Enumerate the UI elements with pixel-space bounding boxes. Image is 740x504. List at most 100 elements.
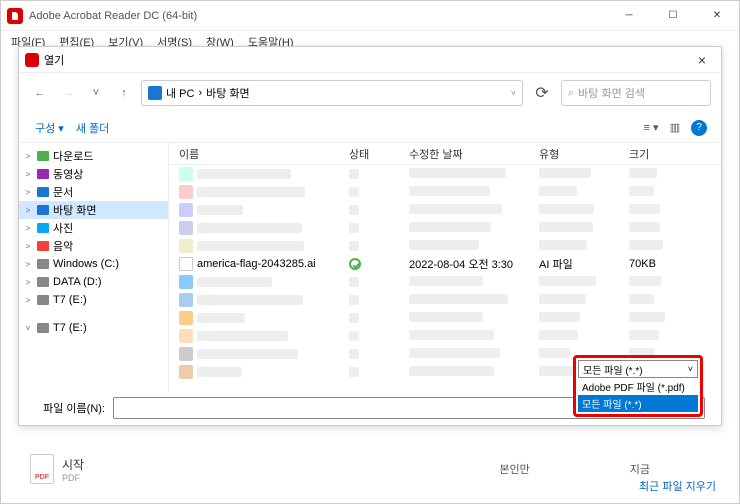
filetype-option[interactable]: 모든 파일 (*.*) [578,395,698,412]
chevron-icon[interactable]: > [23,188,33,197]
chevron-icon[interactable]: > [23,278,33,287]
file-size: 70KB [629,258,689,270]
filetype-select[interactable]: 모든 파일 (*.*) [578,360,698,378]
clear-recent-link[interactable]: 최근 파일 지우기 [639,478,716,494]
file-row[interactable] [179,273,721,291]
search-icon: ⌕ [568,87,574,100]
filetype-option[interactable]: Adobe PDF 파일 (*.pdf) [578,378,698,395]
app-toolbar: PDF 시작 PDF 본인만 지금 [0,434,740,504]
pic-icon [36,222,50,234]
tree-item[interactable]: > 동영상 [19,165,168,183]
filename-label: 파일 이름(N): [35,400,105,416]
desktop-icon [36,204,50,216]
tree-item[interactable]: > Windows (C:) [19,255,168,273]
recent-button[interactable]: ˅ [85,82,107,104]
tree-label: T7 (E:) [53,294,87,306]
tree-item[interactable]: > 음악 [19,237,168,255]
open-dialog: 열기 × ← → ˅ ↑ 내 PC › 바탕 화면 ˅ ⟳ ⌕ 바탕 화면 검색… [18,46,722,426]
organize-button[interactable]: 구성 ▾ [29,118,70,138]
file-name: america-flag-2043285.ai [197,258,316,270]
chevron-down-icon[interactable]: ˅ [254,88,516,98]
tree-item[interactable]: > 사진 [19,219,168,237]
tree-item[interactable]: > T7 (E:) [19,291,168,309]
tree-label: 다운로드 [53,148,93,164]
drive-icon [36,322,50,334]
chevron-icon[interactable]: > [23,296,33,305]
column-name[interactable]: 이름 [179,146,349,162]
tree-item[interactable]: > DATA (D:) [19,273,168,291]
minimize-button[interactable]: ─ [607,1,651,31]
chevron-icon[interactable]: > [23,170,33,179]
forward-button[interactable]: → [57,82,79,104]
tree-item[interactable]: > 다운로드 [19,147,168,165]
pc-icon [148,86,162,100]
path-breadcrumb[interactable]: 내 PC › 바탕 화면 ˅ [141,80,523,106]
video-icon [36,168,50,180]
column-size[interactable]: 크기 [629,146,689,162]
chevron-icon[interactable]: > [23,242,33,251]
filetype-selected: 모든 파일 (*.*) [583,362,643,377]
download-icon [36,150,50,162]
refresh-button[interactable]: ⟳ [529,80,555,106]
filetype-highlight: 모든 파일 (*.*) Adobe PDF 파일 (*.pdf) 모든 파일 (… [573,355,703,417]
column-type[interactable]: 유형 [539,146,629,162]
new-folder-button[interactable]: 새 폴더 [70,118,115,138]
view-mode-button[interactable]: ≡ ▾ [639,117,663,139]
column-date[interactable]: 수정한 날짜 [409,146,539,162]
drive-icon [36,294,50,306]
doc-icon [36,186,50,198]
file-type: AI 파일 [539,256,629,272]
tree-label: DATA (D:) [53,276,101,288]
tree-label: 동영상 [53,166,83,182]
search-input[interactable]: ⌕ 바탕 화면 검색 [561,80,711,106]
file-row[interactable] [179,201,721,219]
back-button[interactable]: ← [29,82,51,104]
path-part[interactable]: 바탕 화면 [206,85,250,101]
tree-item[interactable]: > 문서 [19,183,168,201]
path-part[interactable]: 내 PC [166,85,194,101]
tree-label: 음악 [53,238,73,254]
now-label: 지금 [630,461,650,477]
self-label: 본인만 [499,461,529,477]
tree-label: Windows (C:) [53,258,119,270]
file-row[interactable] [179,309,721,327]
maximize-button[interactable]: ☐ [651,1,695,31]
chevron-icon[interactable]: > [23,152,33,161]
file-row[interactable] [179,219,721,237]
file-row[interactable] [179,291,721,309]
file-row[interactable] [179,183,721,201]
tree-label: 문서 [53,184,73,200]
preview-pane-button[interactable]: ▥ [663,117,687,139]
chevron-icon[interactable]: > [23,260,33,269]
tree-item[interactable]: ˅ T7 (E:) [19,319,168,337]
pdf-icon: PDF [30,454,54,484]
search-placeholder: 바탕 화면 검색 [578,85,645,101]
dialog-close-button[interactable]: × [689,47,715,73]
close-button[interactable]: ✕ [695,1,739,31]
chevron-icon[interactable]: ˅ [23,324,33,333]
column-status[interactable]: 상태 [349,146,409,162]
chevron-icon[interactable]: > [23,206,33,215]
tree-label: 사진 [53,220,73,236]
start-label: 시작 [62,456,84,473]
tree-label: T7 (E:) [53,322,87,334]
chevron-right-icon: › [198,87,202,99]
up-button[interactable]: ↑ [113,82,135,104]
file-row[interactable] [179,165,721,183]
help-button[interactable]: ? [687,117,711,139]
music-icon [36,240,50,252]
dialog-title: 열기 [44,52,689,68]
tree-item[interactable]: > 바탕 화면 [19,201,168,219]
file-date: 2022-08-04 오전 3:30 [409,256,539,272]
file-row[interactable] [179,237,721,255]
folder-tree: > 다운로드 > 동영상 > 문서 > 바탕 화면 > 사진 > 음악 > Windows (C:) > DA… [19,143,169,391]
pdf-label: PDF [62,473,84,483]
chevron-icon[interactable]: > [23,224,33,233]
drive-icon [36,258,50,270]
drive-icon [36,276,50,288]
window-title: Adobe Acrobat Reader DC (64-bit) [29,10,607,22]
tree-label: 바탕 화면 [53,202,97,218]
file-row[interactable]: america-flag-2043285.ai 2022-08-04 오전 3:3… [179,255,721,273]
file-row[interactable] [179,327,721,345]
dialog-icon [25,53,39,67]
